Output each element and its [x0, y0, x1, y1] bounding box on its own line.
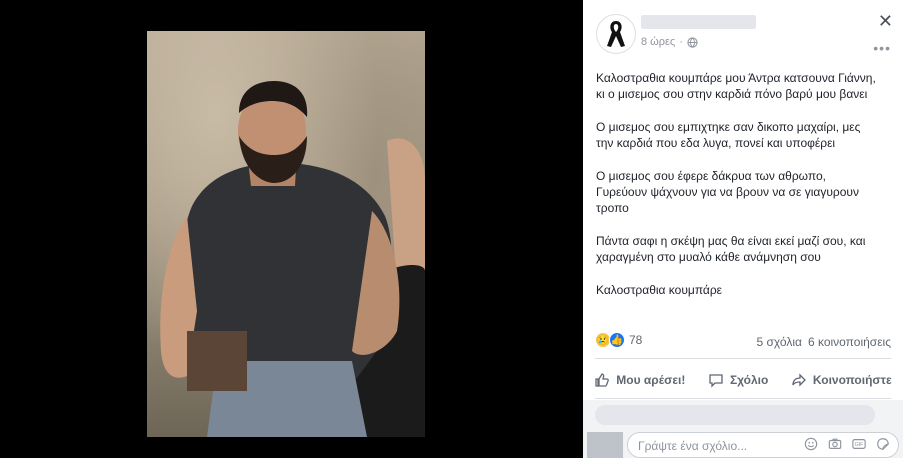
thumbs-up-icon	[595, 373, 610, 387]
shares-count[interactable]: 6 κοινοποιήσεις	[808, 335, 891, 349]
comment-button[interactable]: Σχόλιο	[708, 372, 768, 388]
post-paragraph: Ο μισεμος σου έφερε δάκρυα των αθρωπο, Γ…	[596, 169, 859, 215]
camera-icon[interactable]	[827, 436, 843, 452]
post-text: Καλοστραθια κουμπάρε μου Άντρα κατσουνα …	[596, 70, 896, 315]
share-button[interactable]: Κοινοποιήστε	[791, 372, 892, 388]
post-photo[interactable]	[147, 31, 425, 437]
divider	[595, 358, 891, 359]
post-actions: Μου αρέσει! Σχόλιο Κοινοποιήστε	[583, 364, 903, 396]
sticker-icon[interactable]	[875, 436, 891, 452]
photo-viewer	[0, 0, 583, 458]
comment-label: Σχόλιο	[729, 373, 769, 387]
share-label: Κοινοποιήστε	[812, 373, 892, 387]
reply-row: Γράψτε ένα σχόλιο... GIF	[583, 428, 903, 458]
comment-tools: GIF	[803, 436, 891, 452]
post-meta: 8 ώρες ·	[641, 36, 698, 48]
svg-text:GIF: GIF	[855, 442, 864, 448]
like-reaction-icon: 👍	[609, 332, 625, 348]
person-figure	[160, 81, 425, 437]
more-icon[interactable]: •••	[873, 40, 891, 56]
share-icon	[792, 373, 806, 387]
post-paragraph: Ο μισεμος σου εμπιχτηκε σαν δικοπο μαχαί…	[596, 120, 861, 150]
post-paragraph: Καλοστραθια κουμπάρε μου Άντρα κατσουνα …	[596, 71, 876, 101]
author-avatar[interactable]	[596, 14, 636, 54]
comments-count[interactable]: 5 σχόλια	[757, 335, 802, 349]
reactions-summary[interactable]: 😢 👍 78	[595, 332, 642, 348]
post-time[interactable]: 8 ώρες	[641, 36, 675, 48]
like-button[interactable]: Μου αρέσει!	[594, 372, 685, 388]
viewer-avatar	[587, 432, 623, 458]
globe-icon[interactable]	[687, 36, 698, 48]
like-label: Μου αρέσει!	[616, 373, 686, 387]
post-panel: 8 ώρες · ✕ ••• Καλοστραθια κουμπάρε μου …	[583, 0, 903, 458]
engagement-counts: 5 σχόλια 6 κοινοποιήσεις	[757, 335, 892, 349]
comment-redacted	[595, 405, 875, 425]
separator-dot: ·	[679, 36, 683, 48]
comments-section: Γράψτε ένα σχόλιο... GIF	[583, 400, 903, 458]
author-name-redacted[interactable]	[641, 15, 756, 29]
emoji-icon[interactable]	[803, 436, 819, 452]
divider	[595, 398, 891, 399]
black-ribbon-icon	[607, 21, 625, 47]
comment-icon	[709, 374, 723, 388]
reaction-count: 78	[629, 333, 643, 347]
post-paragraph: Καλοστραθια κουμπάρε	[596, 283, 723, 297]
close-icon[interactable]: ✕	[878, 12, 893, 30]
gif-icon[interactable]: GIF	[851, 436, 867, 452]
post-header: 8 ώρες · ✕ •••	[583, 0, 903, 60]
post-paragraph: Πάντα σαφι η σκέψη μας θα είναι εκεί μαζ…	[596, 234, 866, 264]
